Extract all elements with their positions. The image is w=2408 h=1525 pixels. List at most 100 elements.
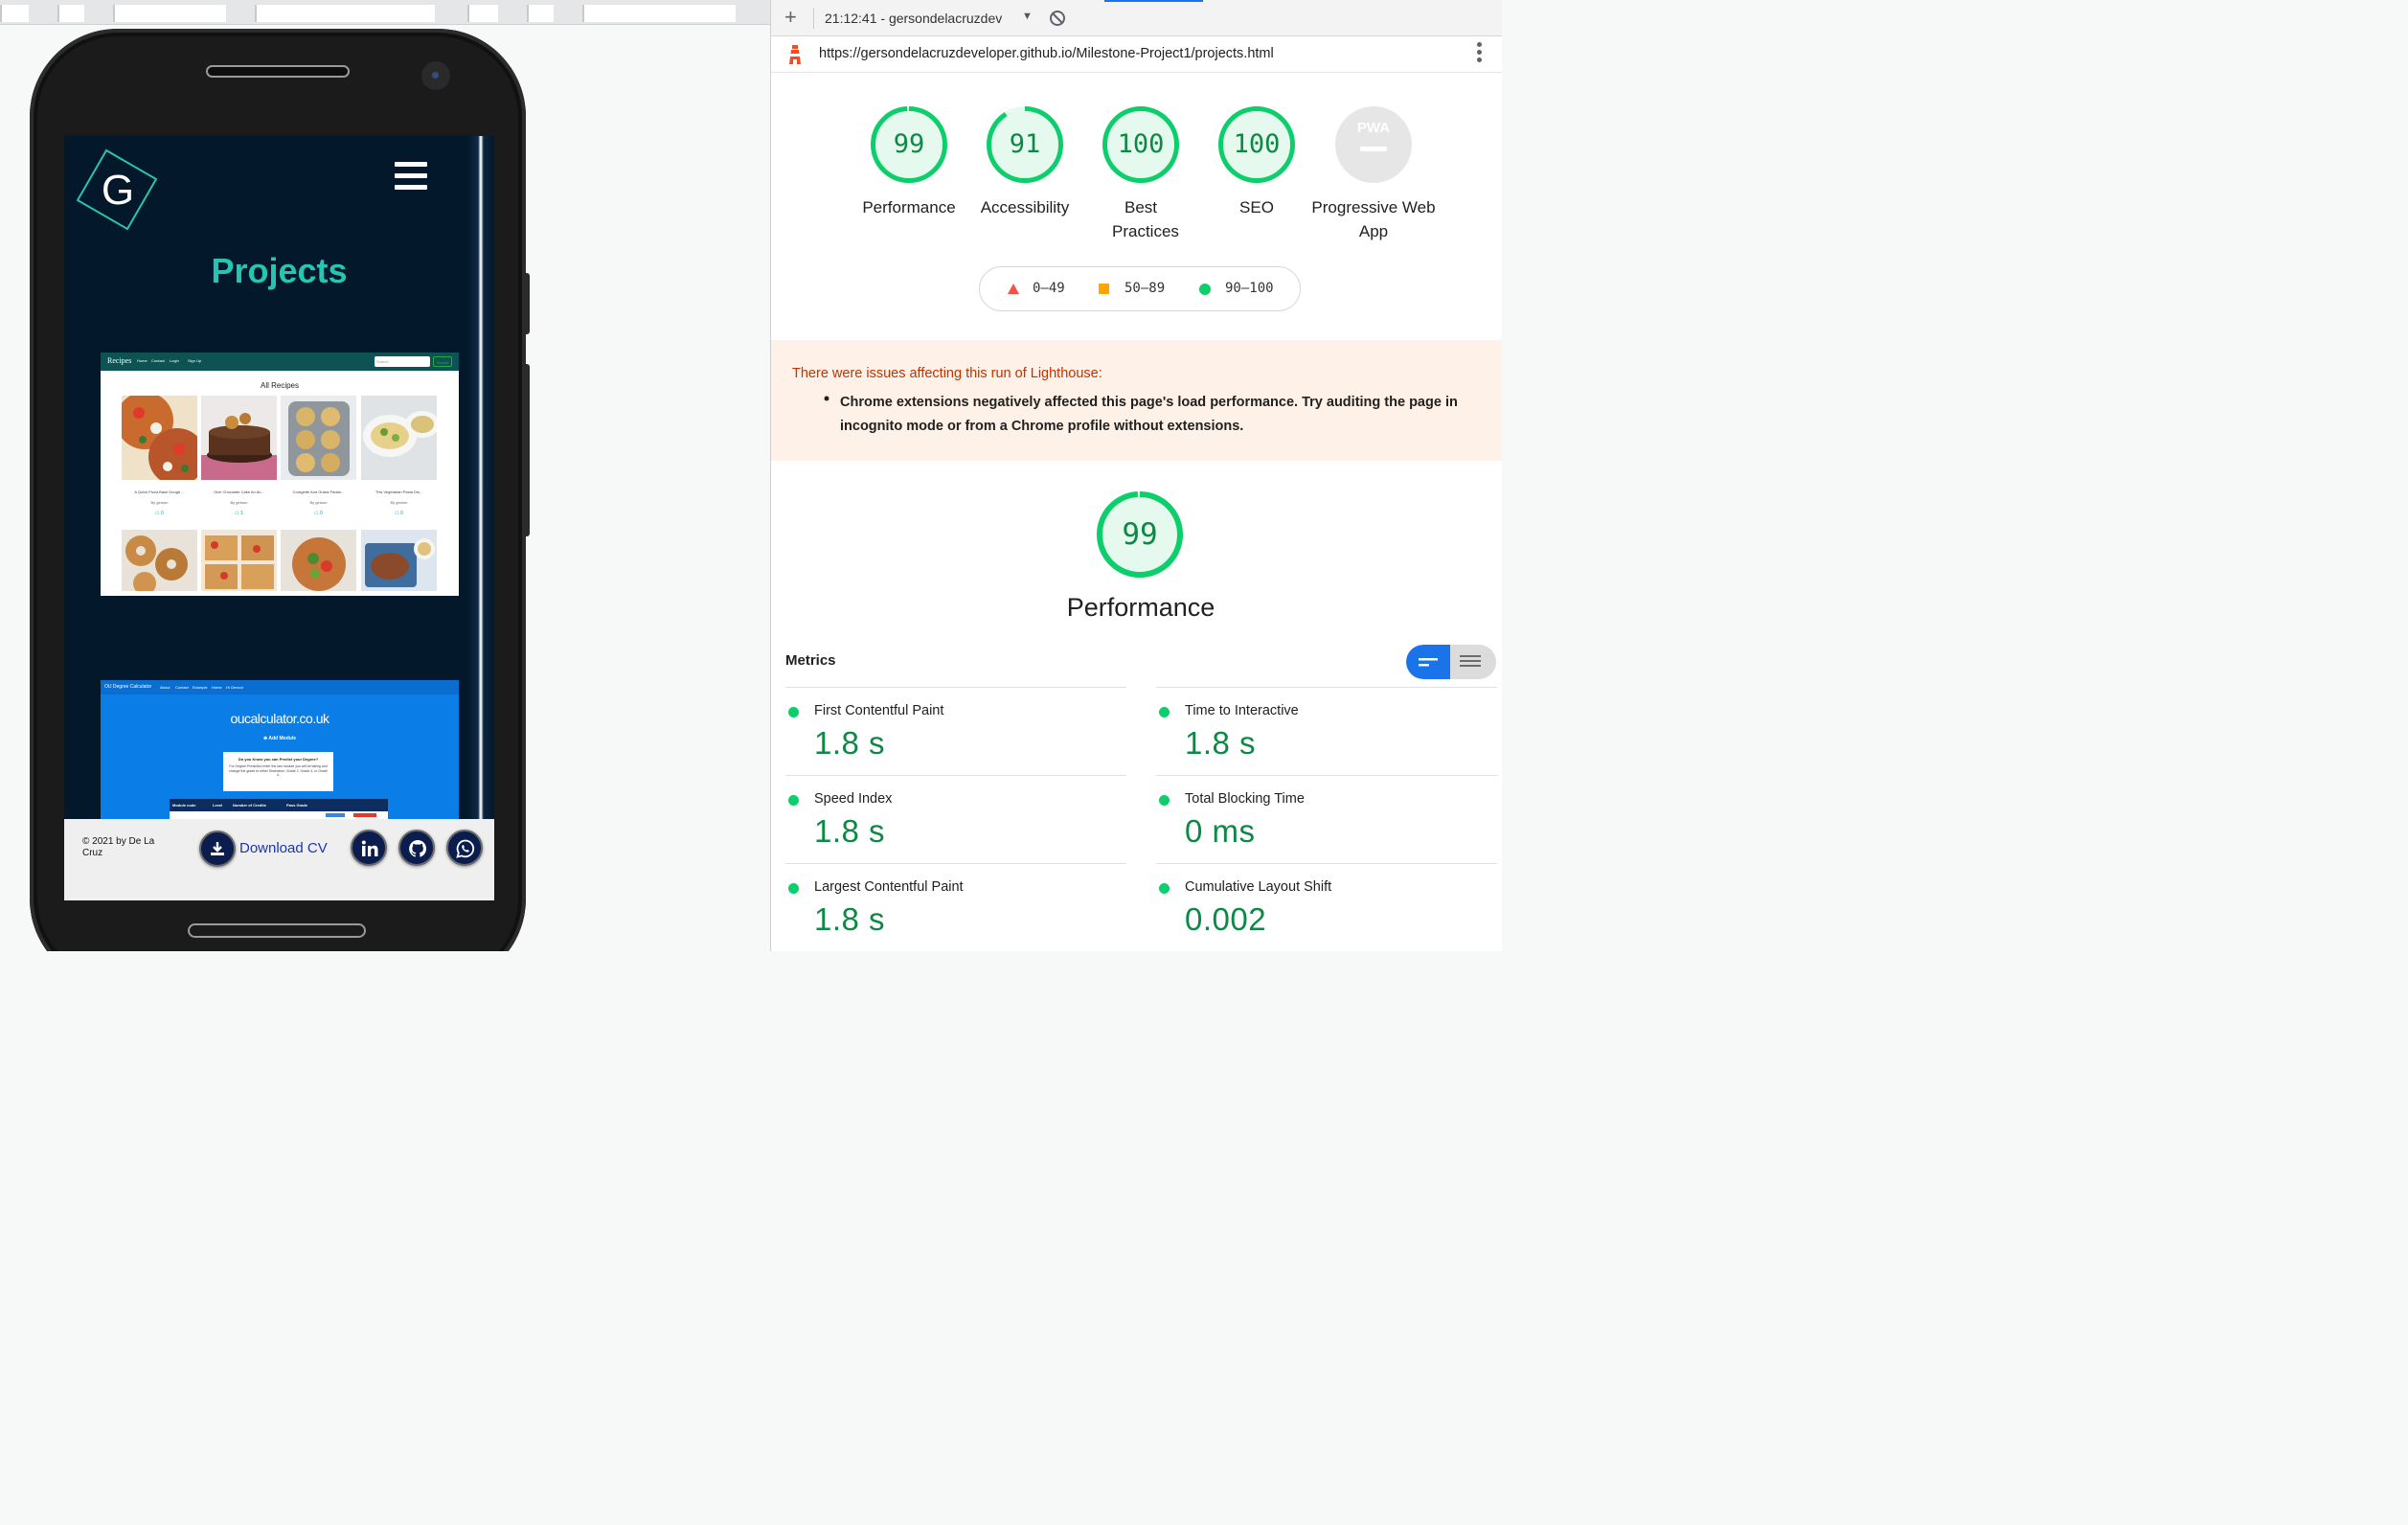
oucalculator-project-preview[interactable]: OU Degree Calculator About Contact Examp… (101, 680, 459, 833)
score-gauge-accessibility[interactable]: 91 (986, 105, 1064, 184)
new-report-plus-icon[interactable]: + (784, 6, 797, 29)
legend-range-fail: 0–49 (1033, 281, 1065, 296)
recipe-author: By gerson (390, 500, 408, 505)
tart-photo (201, 530, 277, 591)
hamburger-menu-icon[interactable] (395, 162, 427, 193)
phone-volume-button (524, 273, 530, 334)
courgette-muffins-photo (281, 396, 356, 480)
toolbar-divider (813, 8, 814, 29)
chocolate-cake-photo (201, 396, 277, 480)
metric-name: Time to Interactive (1185, 703, 1299, 718)
active-tab-indicator (1104, 0, 1203, 2)
download-cv-button[interactable]: Download CV (239, 840, 328, 856)
performance-section-title: Performance (1066, 593, 1215, 622)
metric-value: 1.8 s (814, 813, 886, 849)
recipe-comments: ☖ 0 (155, 511, 164, 516)
calculator-nav-home: Home (212, 685, 222, 690)
metric-divider (785, 775, 1126, 776)
metrics-view-toggle[interactable] (1406, 645, 1496, 679)
media-query-ruler[interactable] (0, 0, 770, 25)
recipes-nav-signup: Sign Up (188, 358, 202, 363)
ruler-segment[interactable] (467, 5, 498, 22)
ruler-segment[interactable] (113, 5, 226, 22)
metric-divider (785, 687, 1126, 688)
legend-range-pass: 90–100 (1225, 281, 1274, 296)
metrics-heading: Metrics (785, 652, 836, 669)
ruler-segment[interactable] (0, 5, 29, 22)
recipe-card: Give Chocolate Cake An Au... By gerson ☖… (201, 396, 277, 516)
phone-camera (421, 61, 450, 90)
metric-name: Speed Index (814, 791, 893, 807)
score-label-seo: SEO (1239, 198, 1274, 216)
whatsapp-icon[interactable] (446, 830, 483, 866)
bagels-photo (122, 530, 197, 591)
recipes-project-preview[interactable]: Recipes Home Contact Login Sign Up Searc… (101, 353, 459, 596)
pass-dot-icon (1159, 707, 1170, 717)
ruler-segment[interactable] (527, 5, 554, 22)
calculator-col-module: Module code (172, 803, 196, 808)
score-label-pwa: Progressive Web App (1311, 198, 1436, 240)
recipe-name: A Quick Pizza Base Dough ... (134, 489, 185, 494)
calculator-title: oucalculator.co.uk (230, 711, 329, 726)
metric-name: Largest Contentful Paint (814, 879, 964, 895)
calculator-col-grade: Pass Grade (286, 803, 308, 808)
score-scale-legend: 0–49 50–89 90–100 (979, 266, 1301, 311)
compact-view-button[interactable] (1406, 645, 1450, 679)
ruler-segment[interactable] (57, 5, 84, 22)
score-gauge-performance-value: 99 (893, 129, 925, 159)
pizza-photo (116, 392, 206, 486)
salad-bowl-photo (281, 530, 356, 591)
calculator-table-header: Module code Level Number of Credits Pass… (170, 799, 388, 811)
calculator-add-module: ⊕ Add Module (262, 736, 296, 741)
legend-range-average: 50–89 (1124, 281, 1166, 296)
score-label-accessibility: Accessibility (980, 198, 1070, 216)
pass-dot-icon (1159, 795, 1170, 806)
linkedin-icon[interactable] (351, 830, 387, 866)
clear-reports-icon[interactable] (1049, 10, 1066, 32)
audited-url[interactable]: https://gersondelacruzdeveloper.github.i… (819, 46, 1274, 61)
calculator-navbar: OU Degree Calculator About Contact Examp… (101, 680, 459, 694)
pass-dot-icon (1159, 883, 1170, 894)
device-emulation-pane: G Projects Recipes Home Contact Login Si… (0, 0, 770, 951)
report-dropdown-caret-icon[interactable]: ▼ (1022, 11, 1033, 22)
logo-letter[interactable]: G (99, 167, 137, 215)
recipe-name: Courgette And Grana Padan... (292, 489, 345, 494)
warning-item: Chrome extensions negatively affected th… (840, 395, 1458, 434)
calculator-nav-about: About (160, 685, 170, 690)
page-title: Projects (211, 251, 348, 290)
report-url-bar: https://gersondelacruzdeveloper.github.i… (771, 36, 1502, 73)
recipe-comments: ☖ 1 (235, 511, 243, 516)
recipe-author: By gerson (309, 500, 328, 505)
ruler-segment[interactable] (582, 5, 736, 22)
score-gauge-best-practices[interactable]: 100 (1102, 105, 1180, 184)
more-options-icon[interactable] (1477, 42, 1483, 65)
calculator-select-blue (326, 813, 345, 817)
phone-screen[interactable]: G Projects Recipes Home Contact Login Si… (64, 136, 494, 900)
score-label-performance: Performance (862, 198, 956, 216)
ruler-segment[interactable] (255, 5, 435, 22)
recipe-comments: ☖ 0 (395, 511, 403, 516)
calculator-nav-contact: Contact (175, 685, 189, 690)
score-gauge-performance[interactable]: 99 (870, 105, 948, 184)
performance-main-gauge[interactable]: 99 (1096, 490, 1184, 579)
github-icon[interactable] (398, 830, 435, 866)
score-gauge-best-practices-value: 100 (1117, 129, 1165, 159)
pwa-badge-icon[interactable]: PWA (1334, 105, 1413, 184)
calculator-col-level: Level (213, 803, 223, 808)
score-label-best-practices: Best Practices (1112, 198, 1179, 240)
expanded-view-button[interactable] (1450, 645, 1496, 679)
calculator-col-credits: Number of Credits (233, 803, 266, 808)
download-cv-icon[interactable] (199, 831, 236, 867)
score-gauge-seo[interactable]: 100 (1217, 105, 1296, 184)
calculator-brand: OU Degree Calculator (104, 684, 152, 690)
recipe-card: Courgette And Grana Padan... By gerson ☖… (281, 396, 356, 516)
metric-value: 1.8 s (814, 901, 886, 937)
metric-value: 1.8 s (1185, 725, 1257, 761)
fail-triangle-icon (1008, 284, 1019, 294)
metric-name: Total Blocking Time (1185, 791, 1305, 807)
report-selector[interactable]: 21:12:41 - gersondelacruzdev (825, 11, 1002, 26)
pass-circle-icon (1199, 284, 1211, 295)
metric-value: 1.8 s (814, 725, 886, 761)
recipes-navbar: Recipes Home Contact Login Sign Up Searc… (101, 353, 459, 371)
calculator-info-box: Do you Know you can Predict your Degree?… (223, 752, 333, 791)
